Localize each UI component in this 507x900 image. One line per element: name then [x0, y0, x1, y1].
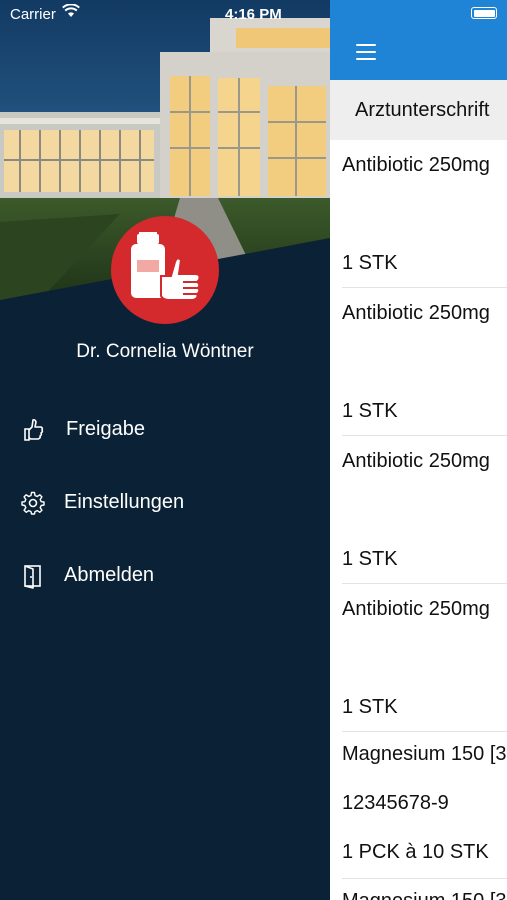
- status-bar-right: [330, 0, 507, 26]
- list-item[interactable]: Antibiotic 250mg 1 STK: [342, 140, 507, 288]
- side-drawer: Carrier 4:16 PM Dr. Cornelia Wöntner Fre…: [0, 0, 330, 900]
- status-bar: Carrier 4:16 PM: [0, 0, 330, 26]
- menu-item-label: Freigabe: [66, 418, 145, 440]
- item-quantity: 1 STK: [342, 252, 398, 274]
- user-name: Dr. Cornelia Wöntner: [76, 341, 254, 362]
- list-item[interactable]: Antibiotic 250mg 1 STK: [342, 584, 507, 732]
- battery-icon: [471, 7, 497, 19]
- wifi-icon: [62, 3, 80, 22]
- item-name: Magnesium 150 [3: [342, 890, 507, 900]
- gear-icon: [20, 490, 46, 516]
- item-name: Antibiotic 250mg: [342, 154, 490, 176]
- item-quantity: 1 STK: [342, 400, 398, 422]
- list-item-text[interactable]: Magnesium 150 [3: [342, 879, 507, 900]
- menu-item-label: Abmelden: [64, 564, 155, 586]
- item-name: Antibiotic 250mg: [342, 302, 490, 324]
- carrier-label: Carrier: [10, 6, 56, 23]
- list-item-text: 12345678-9: [342, 781, 507, 830]
- logout-door-icon: [20, 563, 46, 589]
- list-item-text: 1 PCK à 10 STK: [342, 830, 507, 879]
- item-name: Antibiotic 250mg: [342, 598, 490, 620]
- clock: 4:16 PM: [225, 6, 282, 23]
- menu-item-einstellungen[interactable]: Einstellungen: [0, 478, 330, 526]
- menu-item-label: Einstellungen: [64, 491, 185, 513]
- item-name: Magnesium 150 [3: [342, 743, 507, 765]
- section-title: Arztunterschrift: [355, 99, 490, 121]
- menu-item-freigabe[interactable]: Freigabe: [0, 405, 330, 453]
- item-quantity: 1 STK: [342, 548, 398, 570]
- navigation-bar: [330, 0, 507, 80]
- list-item[interactable]: Antibiotic 250mg 1 STK: [342, 436, 507, 584]
- item-quantity: 1 PCK à 10 STK: [342, 841, 489, 863]
- medicine-bottle-thumbs-up-icon: [111, 216, 219, 324]
- list-item-text[interactable]: Magnesium 150 [3: [342, 732, 507, 781]
- list-item[interactable]: Antibiotic 250mg 1 STK: [342, 288, 507, 436]
- item-code: 12345678-9: [342, 792, 449, 814]
- menu-item-abmelden[interactable]: Abmelden: [0, 551, 330, 599]
- prescription-list: Antibiotic 250mg 1 STK Antibiotic 250mg …: [330, 140, 507, 900]
- section-header: Arztunterschrift: [330, 80, 507, 140]
- item-quantity: 1 STK: [342, 696, 398, 718]
- item-name: Antibiotic 250mg: [342, 450, 490, 472]
- main-content: Arztunterschrift Antibiotic 250mg 1 STK …: [330, 0, 507, 900]
- hamburger-menu-icon[interactable]: [354, 42, 378, 62]
- thumbs-up-icon: [20, 417, 46, 443]
